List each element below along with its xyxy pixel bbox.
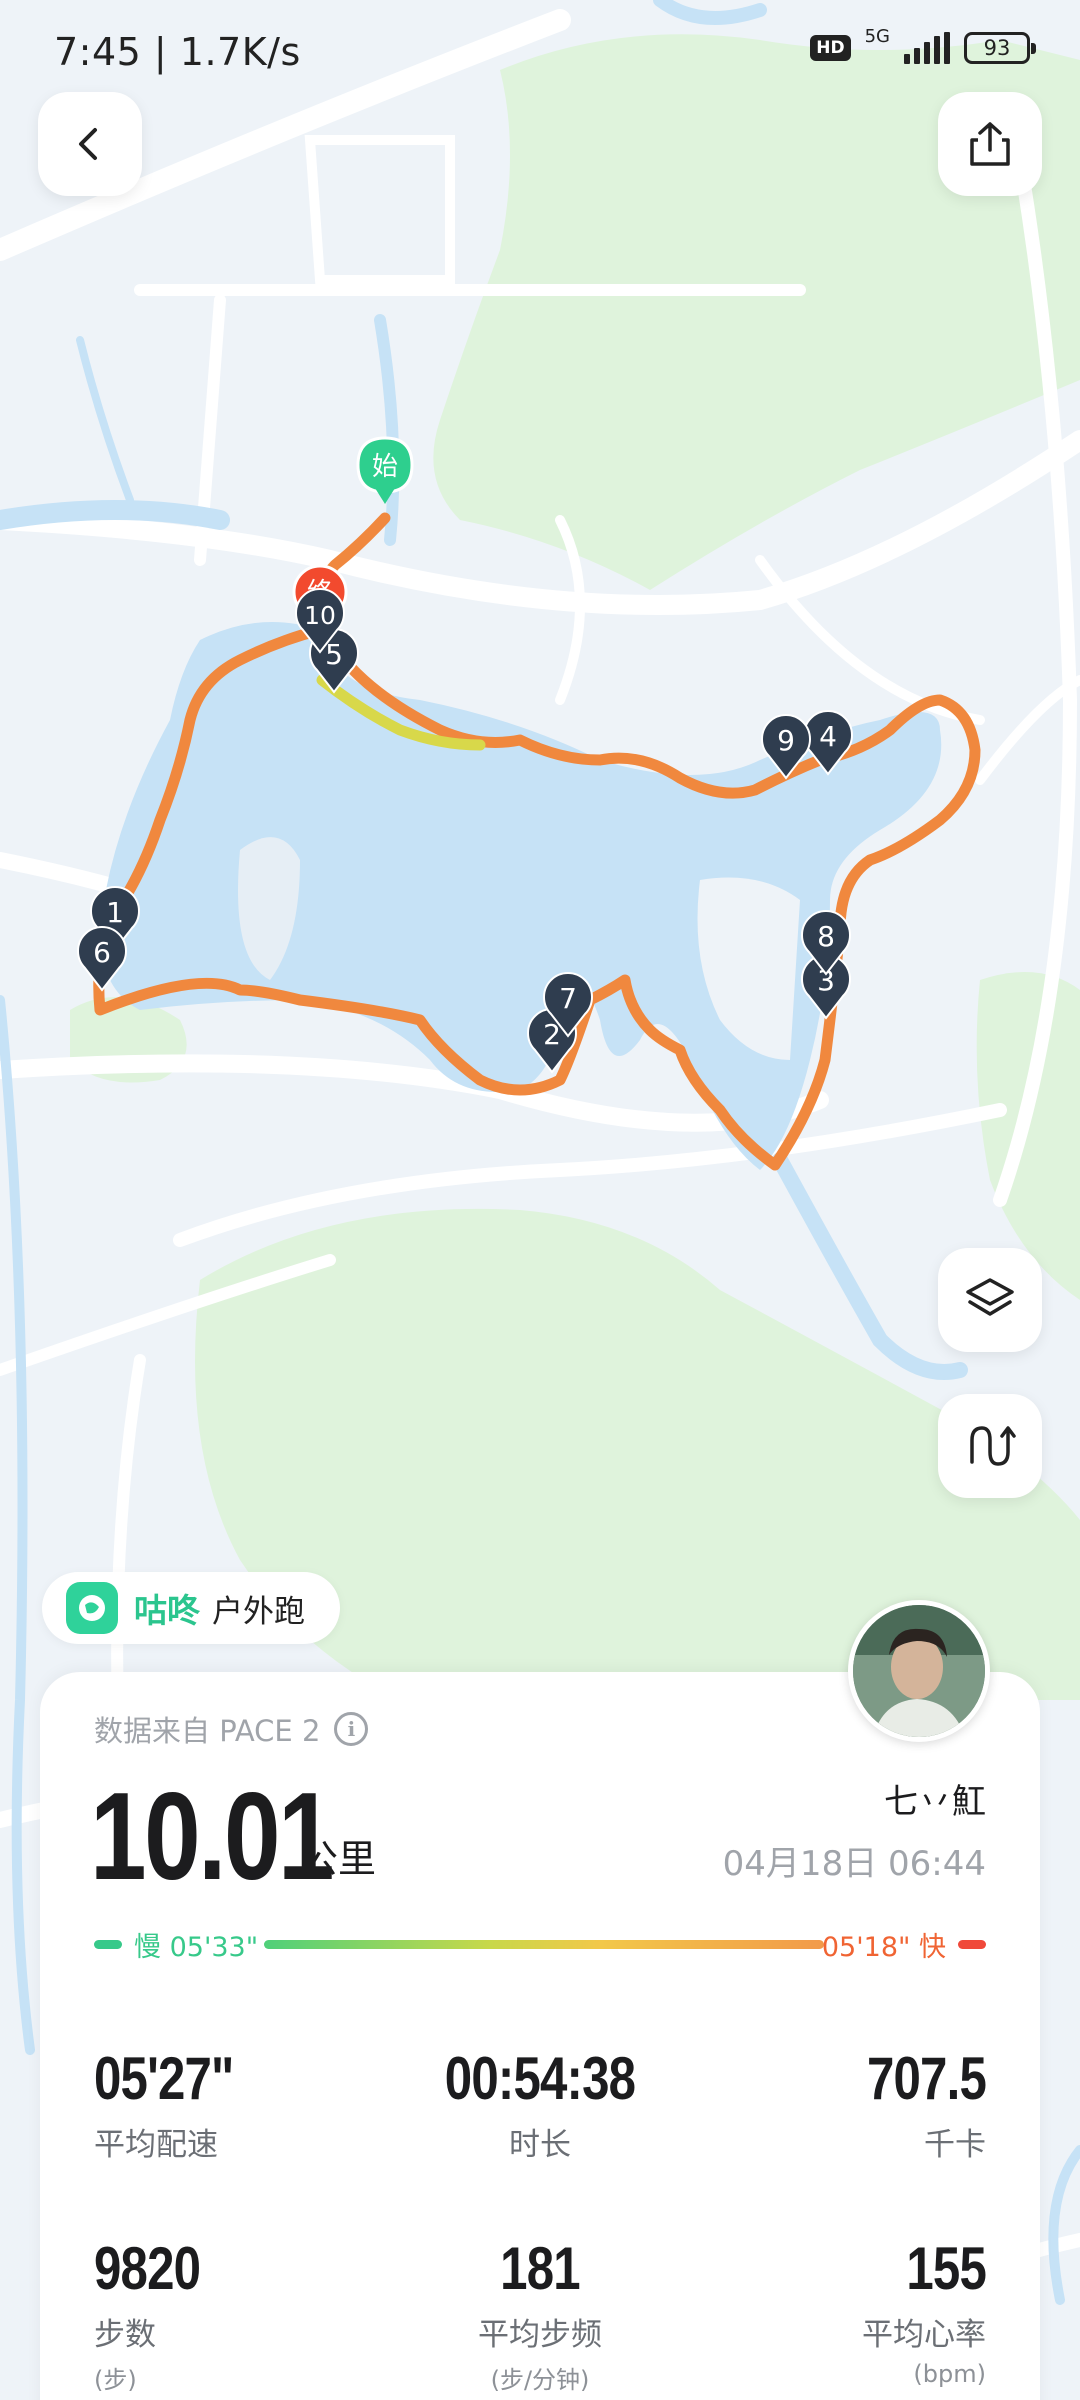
network-type: 5G: [864, 25, 890, 47]
km-marker-label: 1: [106, 896, 124, 929]
data-source-text: 数据来自 PACE 2: [94, 1714, 321, 1748]
data-source: 数据来自 PACE 2 i: [94, 1708, 369, 1750]
stat-steps: 9820 步数 (步): [94, 2234, 394, 2395]
share-icon: [970, 122, 1010, 166]
stat-label: 时长: [509, 2127, 571, 2163]
battery-icon: 93: [964, 32, 1036, 64]
pace-scale: 慢 05'33" 05'18" 快: [94, 1922, 986, 1966]
stat-unit: (bpm): [913, 2360, 986, 2388]
stat-avg-pace: 05'27" 平均配速: [94, 2044, 394, 2164]
stat-label: 步数: [94, 2317, 156, 2353]
stat-calories: 707.5 千卡: [686, 2044, 987, 2164]
distance-value: 10.01: [90, 1768, 335, 1906]
distance-unit: 公里: [300, 1837, 377, 1881]
pace-slow: 慢 05'33": [94, 1922, 258, 1966]
stat-unit: (步): [94, 2366, 137, 2394]
username: 七丷魟: [884, 1782, 986, 1822]
pace-fast: 05'18" 快: [822, 1922, 986, 1966]
back-button[interactable]: [38, 92, 142, 196]
stat-value: 707.5: [866, 2045, 987, 2112]
stat-label: 千卡: [924, 2127, 986, 2163]
brand-pill: 咕咚 户外跑: [42, 1572, 340, 1644]
pace-slow-label: 慢 05'33": [134, 1931, 259, 1963]
route-icon: [970, 1426, 1016, 1466]
signal-icon: [904, 32, 950, 64]
svg-text:始: 始: [372, 452, 398, 482]
km-marker-label: 6: [93, 936, 111, 969]
pace-gradient-bar: [264, 1940, 824, 1949]
stat-value: 05'27": [94, 2045, 234, 2112]
stat-value: 9820: [94, 2235, 201, 2302]
activity-type: 户外跑: [212, 1593, 305, 1630]
chevron-left-icon: [79, 128, 97, 160]
stat-unit: (步/分钟): [490, 2366, 590, 2394]
km-marker-label: 8: [817, 920, 835, 953]
stat-cadence: 181 平均步频 (步/分钟): [390, 2234, 690, 2395]
brand-name: 咕咚: [134, 1591, 200, 1630]
stat-label: 平均心率: [862, 2317, 986, 2353]
stat-label: 平均步频: [478, 2317, 602, 2353]
workout-datetime: 04月18日 06:44: [722, 1844, 986, 1884]
pace-fast-label: 05'18" 快: [821, 1931, 946, 1963]
km-marker-label: 10: [304, 601, 336, 630]
stat-value: 00:54:38: [444, 2045, 636, 2112]
map-layers-button[interactable]: [938, 1248, 1042, 1352]
km-marker-label: 9: [777, 724, 795, 757]
km-marker-label: 7: [559, 982, 577, 1015]
stat-value: 155: [906, 2235, 986, 2302]
info-icon[interactable]: i: [334, 1712, 369, 1746]
hd-badge: HD: [810, 35, 851, 61]
km-marker-label: 4: [819, 720, 837, 753]
status-time-speed: 7:45 | 1.7K/s: [54, 30, 301, 74]
avatar[interactable]: [848, 1600, 990, 1742]
codoon-logo-icon: [66, 1582, 118, 1634]
stat-duration: 00:54:38 时长: [390, 2044, 690, 2164]
status-bar: 7:45 | 1.7K/s HD 5G 93: [0, 0, 1080, 110]
workout-summary-card: 数据来自 PACE 2 i 10.01 公里 七丷魟 04月18日 06:44 …: [40, 1672, 1040, 2400]
route-view-button[interactable]: [938, 1394, 1042, 1498]
stat-heart-rate: 155 平均心率 (bpm): [686, 2234, 987, 2388]
stat-value: 181: [500, 2235, 580, 2302]
stat-label: 平均配速: [94, 2127, 218, 2163]
share-button[interactable]: [938, 92, 1042, 196]
layers-icon: [966, 1278, 1014, 1316]
